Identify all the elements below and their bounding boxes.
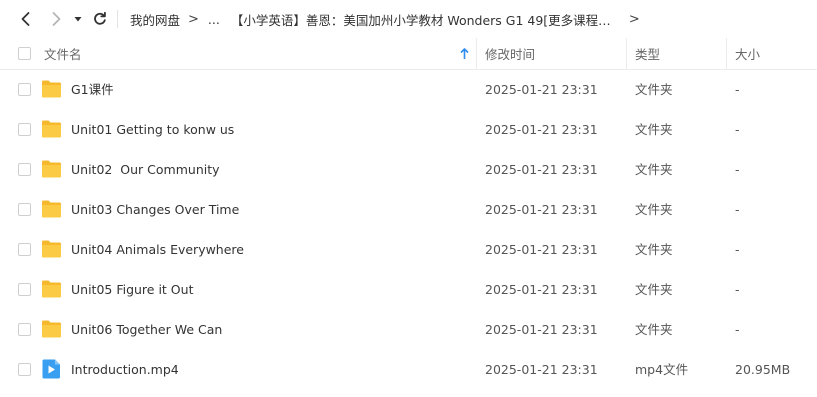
row-checkbox[interactable] xyxy=(18,163,31,176)
file-name[interactable]: Unit01 Getting to konw us xyxy=(71,110,234,150)
breadcrumb-root[interactable]: 我的网盘 xyxy=(130,10,180,29)
file-size: - xyxy=(735,82,740,97)
file-size: - xyxy=(735,162,740,177)
row-checkbox[interactable] xyxy=(18,243,31,256)
modified-time: 2025-01-21 23:31 xyxy=(485,202,598,217)
file-name[interactable]: G1课件 xyxy=(71,70,114,110)
row-checkbox[interactable] xyxy=(18,323,31,336)
file-type: mp4文件 xyxy=(635,362,689,377)
file-size: - xyxy=(735,242,740,257)
file-type: 文件夹 xyxy=(635,202,673,217)
refresh-button[interactable] xyxy=(88,7,112,31)
folder-icon xyxy=(42,160,61,178)
row-checkbox[interactable] xyxy=(18,83,31,96)
table-row[interactable]: Introduction.mp4 2025-01-21 23:31 mp4文件 … xyxy=(0,350,817,390)
column-header-modified-label: 修改时间 xyxy=(485,47,536,62)
modified-time: 2025-01-21 23:31 xyxy=(485,322,598,337)
folder-icon xyxy=(42,120,61,138)
table-row[interactable]: Unit01 Getting to konw us 2025-01-21 23:… xyxy=(0,110,817,150)
column-header-size[interactable]: 大小 xyxy=(735,38,760,69)
file-type: 文件夹 xyxy=(635,242,673,257)
row-checkbox[interactable] xyxy=(18,123,31,136)
file-type: 文件夹 xyxy=(635,162,673,177)
chevron-left-icon xyxy=(21,12,30,26)
column-header-type[interactable]: 类型 xyxy=(635,38,660,69)
file-size: - xyxy=(735,282,740,297)
file-size: - xyxy=(735,322,740,337)
refresh-icon xyxy=(94,11,106,25)
file-name[interactable]: Unit06 Together We Can xyxy=(71,310,222,350)
table-row[interactable]: Unit04 Animals Everywhere 2025-01-21 23:… xyxy=(0,230,817,270)
breadcrumb-ellipsis[interactable]: ... xyxy=(208,12,220,27)
forward-button[interactable] xyxy=(44,7,68,31)
table-row[interactable]: G1课件 2025-01-21 23:31 文件夹 - xyxy=(0,70,817,110)
column-divider[interactable] xyxy=(726,38,727,69)
folder-icon xyxy=(42,280,61,298)
folder-icon xyxy=(42,240,61,258)
file-size: 20.95MB xyxy=(735,362,791,377)
breadcrumb: 我的网盘 > ... 【小学英语】善恩：美国加州小学教材 Wonders G1 … xyxy=(130,0,649,38)
column-header-name[interactable]: 文件名 xyxy=(44,38,82,69)
chevron-right-icon xyxy=(52,12,61,26)
modified-time: 2025-01-21 23:31 xyxy=(485,242,598,257)
column-header-name-label: 文件名 xyxy=(44,47,82,62)
modified-time: 2025-01-21 23:31 xyxy=(485,162,598,177)
modified-time: 2025-01-21 23:31 xyxy=(485,122,598,137)
file-name[interactable]: Unit02 Our Community xyxy=(71,150,220,190)
folder-icon xyxy=(42,80,61,98)
row-checkbox[interactable] xyxy=(18,283,31,296)
file-type: 文件夹 xyxy=(635,282,673,297)
folder-icon xyxy=(42,200,61,218)
row-checkbox[interactable] xyxy=(18,203,31,216)
folder-icon xyxy=(42,320,61,338)
file-type: 文件夹 xyxy=(635,82,673,97)
modified-time: 2025-01-21 23:31 xyxy=(485,362,598,377)
file-size: - xyxy=(735,122,740,137)
table-header: 文件名 修改时间 类型 大小 xyxy=(0,38,817,70)
video-file-icon xyxy=(42,359,60,379)
toolbar-divider xyxy=(117,10,118,28)
breadcrumb-separator: > xyxy=(628,11,640,27)
table-row[interactable]: Unit06 Together We Can 2025-01-21 23:31 … xyxy=(0,310,817,350)
file-name[interactable]: Unit03 Changes Over Time xyxy=(71,190,239,230)
breadcrumb-current-folder[interactable]: 【小学英语】善恩：美国加州小学教材 Wonders G1 49[更多课程微信58… xyxy=(231,10,621,29)
toolbar: 我的网盘 > ... 【小学英语】善恩：美国加州小学教材 Wonders G1 … xyxy=(0,0,817,38)
column-header-size-label: 大小 xyxy=(735,47,761,62)
table-row[interactable]: Unit02 Our Community 2025-01-21 23:31 文件… xyxy=(0,150,817,190)
sort-ascending-arrow-icon xyxy=(460,47,469,59)
file-name[interactable]: Introduction.mp4 xyxy=(71,350,179,390)
file-size: - xyxy=(735,202,740,217)
file-type: 文件夹 xyxy=(635,322,673,337)
modified-time: 2025-01-21 23:31 xyxy=(485,282,598,297)
column-divider[interactable] xyxy=(476,38,477,69)
column-header-type-label: 类型 xyxy=(635,47,661,62)
breadcrumb-separator: > xyxy=(188,11,199,27)
row-checkbox[interactable] xyxy=(18,363,31,376)
modified-time: 2025-01-21 23:31 xyxy=(485,82,598,97)
file-type: 文件夹 xyxy=(635,122,673,137)
sort-icon-wrap[interactable] xyxy=(460,38,469,69)
column-header-modified[interactable]: 修改时间 xyxy=(485,38,535,69)
select-all-checkbox[interactable] xyxy=(18,47,31,60)
file-name[interactable]: Unit05 Figure it Out xyxy=(71,270,193,310)
caret-down-icon xyxy=(74,17,82,22)
back-button[interactable] xyxy=(14,7,38,31)
file-name[interactable]: Unit04 Animals Everywhere xyxy=(71,230,244,270)
column-divider[interactable] xyxy=(626,38,627,69)
table-row[interactable]: Unit05 Figure it Out 2025-01-21 23:31 文件… xyxy=(0,270,817,310)
history-dropdown-button[interactable] xyxy=(67,7,89,31)
table-row[interactable]: Unit03 Changes Over Time 2025-01-21 23:3… xyxy=(0,190,817,230)
